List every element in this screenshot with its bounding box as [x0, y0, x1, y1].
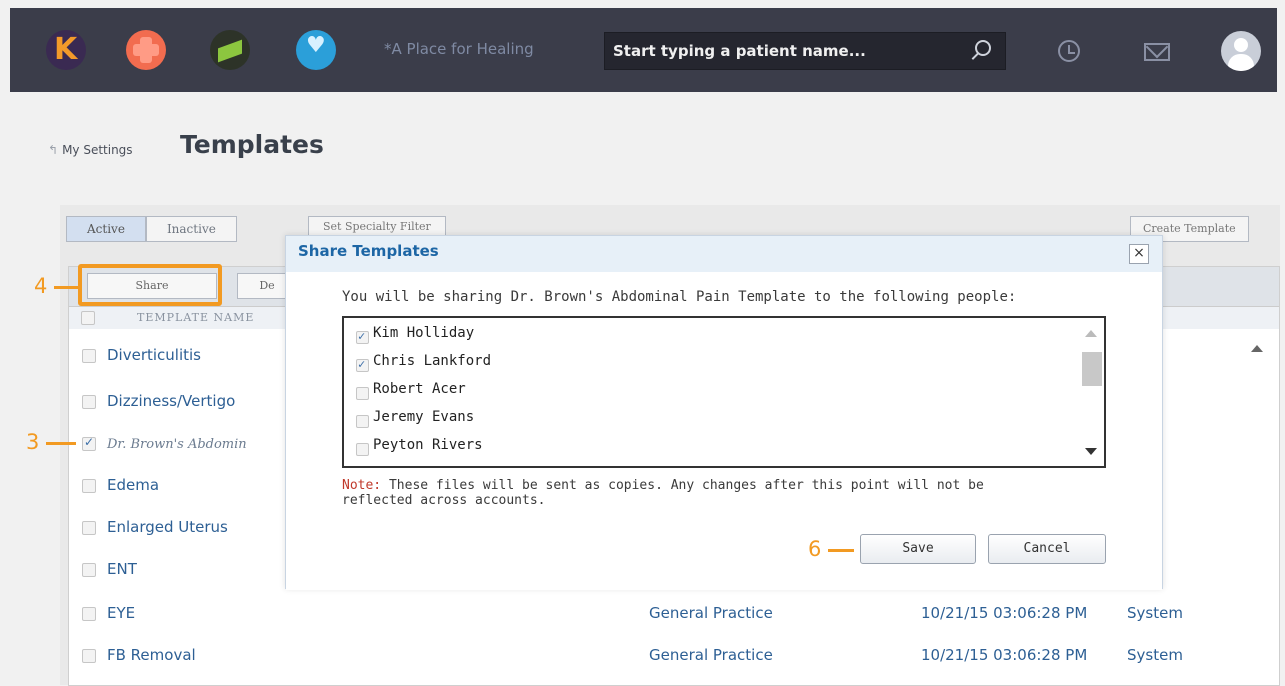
patient-search — [604, 32, 1006, 70]
scroll-thumb[interactable] — [1082, 352, 1102, 386]
row-checkbox[interactable] — [82, 563, 96, 577]
row-checkbox[interactable] — [82, 649, 96, 663]
row-checkbox[interactable] — [82, 607, 96, 621]
scroll-up-icon[interactable] — [1085, 330, 1097, 337]
people-list: Kim Holliday Chris Lankford Robert Acer … — [342, 316, 1106, 468]
select-all-checkbox[interactable] — [81, 311, 95, 325]
annotation-3-line — [46, 442, 76, 445]
template-name[interactable]: Dr. Brown's Abdomin — [107, 437, 247, 452]
tab-active[interactable]: Active — [66, 216, 146, 242]
table-row[interactable]: EYE General Practice 10/21/15 03:06:28 P… — [69, 593, 1279, 635]
history-icon[interactable] — [1058, 40, 1080, 62]
row-checkbox[interactable] — [82, 395, 96, 409]
top-navigation-bar: K *A Place for Healing — [10, 8, 1277, 92]
share-message: You will be sharing Dr. Brown's Abdomina… — [342, 289, 1017, 305]
tagline: *A Place for Healing — [384, 40, 534, 58]
cancel-button[interactable]: Cancel — [988, 534, 1106, 564]
billing-check-icon[interactable] — [210, 30, 250, 70]
row-checkbox[interactable] — [82, 435, 96, 451]
share-note: Note: These files will be sent as copies… — [342, 478, 1062, 508]
annotation-6: 6 — [808, 537, 822, 561]
table-row[interactable]: FB Removal General Practice 10/21/15 03:… — [69, 635, 1279, 677]
template-specialty: General Practice — [649, 646, 773, 664]
kareo-logo-icon[interactable]: K — [46, 30, 86, 70]
person-name: Kim Holliday — [373, 325, 475, 341]
template-name[interactable]: Edema — [107, 476, 159, 494]
person-name: Peyton Rivers — [373, 437, 483, 453]
person-checkbox[interactable] — [356, 415, 369, 428]
people-scrollbar[interactable] — [1080, 324, 1102, 462]
person-checkbox[interactable] — [356, 443, 369, 456]
tab-inactive[interactable]: Inactive — [145, 216, 237, 242]
template-name[interactable]: EYE — [107, 604, 135, 622]
page-title: Templates — [180, 130, 324, 159]
note-text: These files will be sent as copies. Any … — [342, 478, 984, 508]
template-specialty: General Practice — [649, 604, 773, 622]
template-owner: System — [1127, 646, 1183, 664]
template-owner: System — [1127, 604, 1183, 622]
template-date: 10/21/15 03:06:28 PM — [921, 604, 1088, 622]
avatar[interactable] — [1221, 31, 1261, 71]
person-checkbox[interactable] — [356, 357, 369, 372]
person-name: Jeremy Evans — [373, 409, 475, 425]
status-tabs: Active Inactive — [66, 216, 237, 242]
column-header-template-name: TEMPLATE NAME — [137, 311, 255, 324]
template-name[interactable]: Dizziness/Vertigo — [107, 392, 235, 410]
search-icon[interactable] — [975, 40, 991, 56]
heart-icon[interactable] — [296, 30, 336, 70]
template-name[interactable]: FB Removal — [107, 646, 196, 664]
annotation-4: 4 — [34, 274, 48, 298]
save-button[interactable]: Save — [860, 534, 976, 564]
back-to-my-settings[interactable]: ↰ My Settings — [48, 143, 133, 157]
annotation-6-line — [828, 549, 854, 552]
person-checkbox[interactable] — [356, 329, 369, 344]
mail-icon[interactable] — [1144, 43, 1170, 61]
share-highlight-box — [78, 264, 222, 306]
person-checkbox[interactable] — [356, 387, 369, 400]
person-name: Chris Lankford — [373, 353, 492, 369]
note-label: Note: — [342, 478, 382, 493]
annotation-3: 3 — [26, 430, 40, 454]
scroll-down-icon[interactable] — [1085, 448, 1097, 455]
template-name[interactable]: Enlarged Uterus — [107, 518, 228, 536]
dialog-title: Share Templates — [298, 242, 439, 260]
template-date: 10/21/15 03:06:28 PM — [921, 646, 1088, 664]
back-label: My Settings — [62, 143, 133, 157]
patient-search-input[interactable] — [613, 33, 953, 69]
row-checkbox[interactable] — [82, 479, 96, 493]
person-name: Robert Acer — [373, 381, 466, 397]
medical-cross-icon[interactable] — [126, 30, 166, 70]
annotation-4-line — [54, 286, 78, 289]
row-checkbox[interactable] — [82, 349, 96, 363]
template-name[interactable]: ENT — [107, 560, 137, 578]
close-icon[interactable]: × — [1129, 244, 1149, 264]
back-arrow-icon: ↰ — [48, 143, 59, 157]
row-checkbox[interactable] — [82, 521, 96, 535]
template-name[interactable]: Diverticulitis — [107, 346, 201, 364]
